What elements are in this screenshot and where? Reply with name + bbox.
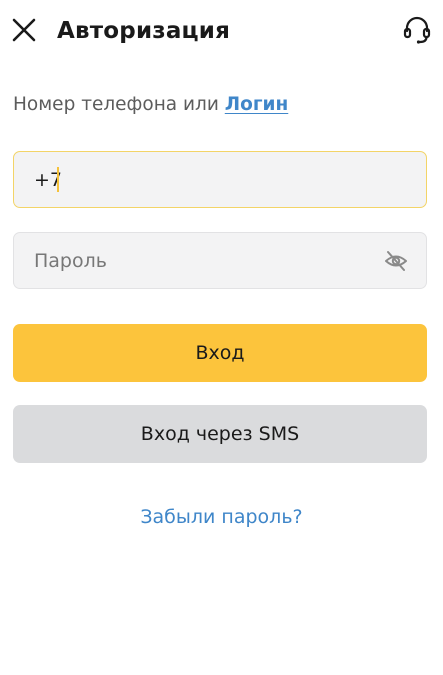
login-sms-button[interactable]: Вход через SMS	[13, 405, 427, 463]
password-field[interactable]	[13, 232, 427, 289]
eye-off-icon	[385, 251, 407, 271]
phone-input[interactable]	[34, 152, 374, 207]
header: Авторизация	[0, 0, 443, 64]
close-button[interactable]	[10, 16, 38, 44]
login-prompt-text: Номер телефона или	[13, 94, 225, 115]
forgot-password-link[interactable]: Забыли пароль?	[0, 503, 443, 531]
phone-field[interactable]	[13, 151, 427, 208]
close-icon	[12, 18, 36, 42]
page-title: Авторизация	[57, 18, 231, 44]
headset-icon	[403, 16, 431, 44]
support-button[interactable]	[402, 15, 432, 45]
login-link[interactable]: Логин	[225, 94, 289, 115]
password-input[interactable]	[34, 233, 374, 288]
login-button[interactable]: Вход	[13, 324, 427, 382]
text-cursor	[57, 167, 59, 192]
toggle-password-visibility-button[interactable]	[384, 250, 408, 272]
login-prompt: Номер телефона или Логин	[13, 92, 288, 118]
